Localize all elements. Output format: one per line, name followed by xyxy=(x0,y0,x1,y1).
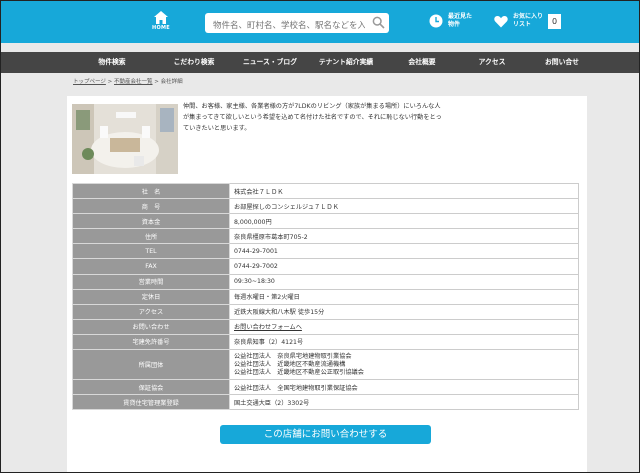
table-row: 保証協会 公益社団法人 全国宅地建物取引業保証協会 xyxy=(72,379,579,396)
group-item: 公益社団法人 近畿地区不動産流通機構 xyxy=(234,360,346,368)
breadcrumb: トップページ > 不動産会社一覧 > 会社詳細 xyxy=(73,77,183,85)
home-icon xyxy=(154,11,168,24)
history-link[interactable]: 最近見た 物件 xyxy=(429,13,472,29)
row-label: アクセス xyxy=(72,303,230,320)
nav-item-news-blog[interactable]: ニュース・ブログ xyxy=(235,52,305,73)
contact-form-link[interactable]: お問い合わせフォームへ xyxy=(234,324,302,331)
history-label-1: 最近見た xyxy=(448,13,473,20)
row-value: お部屋探しのコンシェルジュ７ＬＤＫ xyxy=(229,198,579,215)
row-label: 保証協会 xyxy=(72,379,230,396)
page-frame: HOME 最近見た 物件 お気に入り リ xyxy=(0,0,640,473)
group-item: 公益社団法人 奈良県宅地建物取引業協会 xyxy=(234,352,352,360)
breadcrumb-sep: > xyxy=(154,79,159,85)
nav-item-contact[interactable]: お問い合せ xyxy=(527,52,597,73)
row-label: 社 名 xyxy=(72,182,230,200)
breadcrumb-home[interactable]: トップページ xyxy=(73,79,106,85)
table-row: FAX 0744-29-7002 xyxy=(72,258,579,275)
table-row: 宅建免許番号 奈良県知事（2）4121号 xyxy=(72,333,579,351)
nav-item-company[interactable]: 会社概要 xyxy=(387,52,457,73)
company-intro: 仲間、お客様、家主様、各業者様の方が7LDKのリビング（家族が集まる場所）にいろ… xyxy=(183,103,442,132)
company-info-table: 社 名 株式会社７ＬＤＫ 商 号 お部屋探しのコンシェルジュ７ＬＤＫ 資本金 8… xyxy=(72,182,579,411)
row-value: 公益社団法人 奈良県宅地建物取引業協会 公益社団法人 近畿地区不動産流通機構 公… xyxy=(229,349,579,381)
row-label: 宅建免許番号 xyxy=(72,333,230,351)
row-label: お問い合わせ xyxy=(72,318,230,335)
table-row: TEL 0744-29-7001 xyxy=(72,243,579,260)
table-row: アクセス 近鉄大阪線大和八木駅 徒歩15分 xyxy=(72,303,579,320)
row-label: 商 号 xyxy=(72,198,230,215)
row-value: 0744-29-7001 xyxy=(229,243,579,260)
nav-item-tenant-results[interactable]: テナント紹介実績 xyxy=(305,52,387,73)
table-row: お問い合わせ お問い合わせフォームへ xyxy=(72,318,579,335)
row-value: 近鉄大阪線大和八木駅 徒歩15分 xyxy=(229,303,579,320)
favorites-label-1: お気に入り xyxy=(513,13,544,20)
row-label: 所属団体 xyxy=(72,349,230,381)
nav-item-access[interactable]: アクセス xyxy=(457,52,527,73)
row-value: 株式会社７ＬＤＫ xyxy=(229,182,579,200)
row-label: 住所 xyxy=(72,228,230,245)
table-row: 賃貸住宅管理業登録 国土交通大臣（2）3302号 xyxy=(72,394,579,411)
table-row: 社 名 株式会社７ＬＤＫ xyxy=(72,182,579,200)
row-label: 資本金 xyxy=(72,213,230,230)
main-content: 仲間、お客様、家主様、各業者様の方が7LDKのリビング（家族が集まる場所）にいろ… xyxy=(67,96,587,472)
heart-icon xyxy=(494,15,508,27)
search-input[interactable] xyxy=(205,16,365,36)
search-icon[interactable] xyxy=(372,16,385,29)
row-value: 0744-29-7002 xyxy=(229,258,579,275)
row-value: お問い合わせフォームへ xyxy=(229,318,579,335)
contact-store-button[interactable]: この店舗にお問い合わせする xyxy=(220,425,431,444)
row-value: 毎週水曜日・第2火曜日 xyxy=(229,288,579,305)
history-label-2: 物件 xyxy=(448,21,461,28)
row-value: 奈良県知事（2）4121号 xyxy=(229,333,579,351)
favorites-label-2: リスト xyxy=(513,21,532,28)
home-label: HOME xyxy=(151,25,171,31)
row-value: 公益社団法人 全国宅地建物取引業保証協会 xyxy=(229,379,579,396)
table-row: 住所 奈良県橿原市葛本町705-2 xyxy=(72,228,579,245)
row-label: FAX xyxy=(72,258,230,275)
table-row: 資本金 8,000,000円 xyxy=(72,213,579,230)
table-row: 定休日 毎週水曜日・第2火曜日 xyxy=(72,288,579,305)
search-box xyxy=(205,13,389,36)
row-label: 定休日 xyxy=(72,288,230,305)
nav-item-property-search[interactable]: 物件検索 xyxy=(71,52,153,73)
main-nav: 物件検索 こだわり検索 ニュース・ブログ テナント紹介実績 会社概要 アクセス … xyxy=(1,52,639,73)
row-value: 8,000,000円 xyxy=(229,213,579,230)
row-value: 奈良県橿原市葛本町705-2 xyxy=(229,228,579,245)
favorites-count-badge: 0 xyxy=(548,13,562,29)
breadcrumb-company-list[interactable]: 不動産会社一覧 xyxy=(114,79,153,85)
breadcrumb-sep: > xyxy=(107,79,113,85)
row-value: 09:30~18:30 xyxy=(229,273,579,290)
group-item: 公益社団法人 近畿地区不動産公正取引協議会 xyxy=(234,368,364,376)
row-label: 賃貸住宅管理業登録 xyxy=(72,394,230,411)
favorites-link[interactable]: お気に入り リスト 0 xyxy=(494,13,562,29)
nav-item-detailed-search[interactable]: こだわり検索 xyxy=(153,52,235,73)
clock-icon xyxy=(429,14,443,28)
breadcrumb-current: 会社詳細 xyxy=(160,79,183,85)
table-row: 所属団体 公益社団法人 奈良県宅地建物取引業協会 公益社団法人 近畿地区不動産流… xyxy=(72,349,579,381)
office-photo xyxy=(72,104,178,174)
row-label: 営業時間 xyxy=(72,273,230,290)
table-row: 商 号 お部屋探しのコンシェルジュ７ＬＤＫ xyxy=(72,198,579,215)
table-row: 営業時間 09:30~18:30 xyxy=(72,273,579,290)
row-value: 国土交通大臣（2）3302号 xyxy=(229,394,579,411)
home-link[interactable]: HOME xyxy=(149,11,173,31)
row-label: TEL xyxy=(72,243,230,260)
site-header: HOME 最近見た 物件 お気に入り リ xyxy=(1,1,639,43)
